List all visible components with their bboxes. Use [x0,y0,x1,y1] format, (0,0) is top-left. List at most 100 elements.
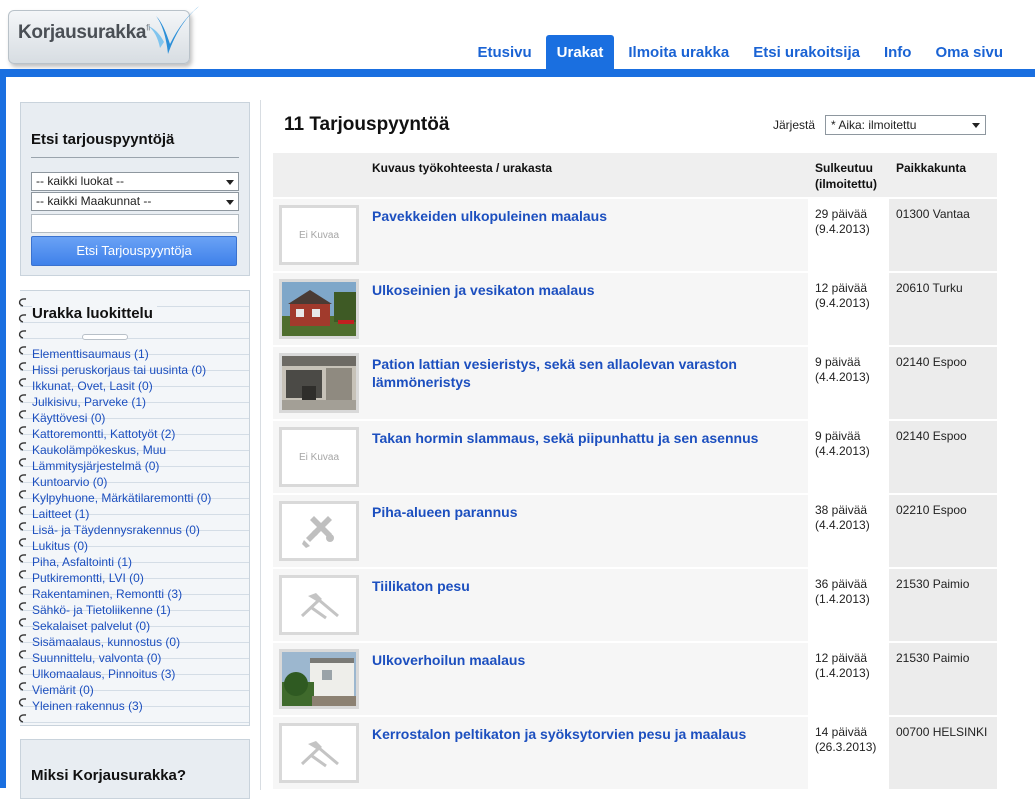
location-value: 21530 Paimio [896,577,970,591]
table-row[interactable]: Tiilikaton pesu 36 päivää (1.4.2013) 21530 … [273,569,997,643]
no-image-label: Ei Kuvaa [298,452,340,463]
category-link[interactable]: Kylpyhuone, Märkätilaremontti (0) [32,490,247,506]
closes-value: 12 päivää (9.4.2013) [815,281,870,310]
sort-select[interactable]: * Aika: ilmoitettu [825,115,986,135]
request-title-link[interactable]: Pation lattian vesieristys, sekä sen all… [372,355,792,391]
table-row[interactable]: Ulkoseinien ja vesikaton maalaus 12 päivä… [273,273,997,347]
category-link[interactable]: Piha, Asfaltointi (1) [32,554,247,570]
closes-value: 36 päivää (1.4.2013) [815,577,870,606]
category-link[interactable]: Ulkomaalaus, Pinnoitus (3) [32,666,247,682]
search-input[interactable] [31,214,239,233]
request-title-link[interactable]: Takan hormin slammaus, sekä piipunhattu … [372,429,792,447]
category-panel: Urakka luokittelu Elementtisaumaus (1) Hi… [18,290,250,726]
category-link[interactable]: Putkiremontti, LVI (0) [32,570,247,586]
column-header-description: Kuvaus työkohteesta / urakasta [372,161,553,175]
nav-bar [0,69,1035,77]
category-link[interactable]: Sisämaalaus, kunnostus (0) [32,634,247,650]
table-row[interactable]: Ei Kuvaa Takan hormin slammaus, sekä piip… [273,421,997,495]
category-link[interactable]: Sähkö- ja Tietoliikenne (1) [32,602,247,618]
checkmark-icon [148,4,202,54]
why-title: Miksi Korjausurakka? [31,767,187,784]
page-title: 11 Tarjouspyyntöä [284,114,450,135]
table-row[interactable]: Piha-alueen parannus 38 päivää (4.4.2013) 0… [273,495,997,569]
category-link[interactable]: Rakentaminen, Remontti (3) [32,586,247,602]
closes-value: 12 päivää (1.4.2013) [815,651,870,680]
category-link[interactable]: Elementtisaumaus (1) [32,346,247,362]
location-value: 21530 Paimio [896,651,970,665]
region-select[interactable]: -- kaikki Maakunnat -- [31,192,239,211]
thumbnail-photo[interactable] [279,649,359,709]
request-title-link[interactable]: Ulkoverhoilun maalaus [372,651,792,669]
category-title: Urakka luokittelu [32,305,157,322]
request-title-link[interactable]: Kerrostalon peltikaton ja syöksytorvien … [372,725,792,743]
category-link[interactable]: Yleinen rakennus (3) [32,698,247,714]
nav-item-urakat[interactable]: Urakat [545,35,615,69]
closes-value: 9 päivää (4.4.2013) [815,429,870,458]
location-value: 02140 Espoo [896,355,967,369]
category-link[interactable]: Lämmitysjärjestelmä (0) [32,458,247,474]
location-value: 02140 Espoo [896,429,967,443]
closes-value: 29 päivää (9.4.2013) [815,207,870,236]
site-logo[interactable]: Korjausurakkafi [8,2,202,66]
category-link[interactable]: Viemärit (0) [32,682,247,698]
request-title-link[interactable]: Pavekkeiden ulkopuleinen maalaus [372,207,792,225]
category-link[interactable]: Lisä- ja Täydennysrakennus (0) [32,522,247,538]
site-header: Korjausurakkafi Etusivu Urakat Ilmoita ura… [0,0,1035,77]
closes-value: 38 päivää (4.4.2013) [815,503,870,532]
category-link[interactable]: Käyttövesi (0) [32,410,247,426]
divider [31,157,239,158]
category-link[interactable]: Lukitus (0) [32,538,247,554]
roof-icon[interactable] [279,723,359,783]
search-panel: Etsi tarjouspyyntöjä -- kaikki luokat --… [20,102,250,276]
nav-item-oma-sivu[interactable]: Oma sivu [923,35,1015,69]
category-link[interactable]: Laitteet (1) [32,506,247,522]
nav-item-etsi-urakoitsija[interactable]: Etsi urakoitsija [741,35,872,69]
chevron-down-icon [972,123,980,128]
category-link[interactable]: Suunnittelu, valvonta (0) [32,650,247,666]
thumbnail-photo[interactable] [279,279,359,339]
request-title-link[interactable]: Ulkoseinien ja vesikaton maalaus [372,281,792,299]
closes-value: 9 päivää (4.4.2013) [815,355,870,384]
category-link[interactable]: Ikkunat, Ovet, Lasit (0) [32,378,247,394]
table-row[interactable]: Ei Kuvaa Pavekkeiden ulkopuleinen maalaus… [273,199,997,273]
category-link[interactable]: Sekalaiset palvelut (0) [32,618,247,634]
category-select[interactable]: -- kaikki luokat -- [31,172,239,191]
nav-item-ilmoita-urakka[interactable]: Ilmoita urakka [616,35,741,69]
chevron-down-icon [226,200,234,205]
thumbnail-placeholder[interactable]: Ei Kuvaa [279,427,359,487]
request-title-link[interactable]: Tiilikaton pesu [372,577,792,595]
closes-value: 14 päivää (26.3.2013) [815,725,877,754]
search-title: Etsi tarjouspyyntöjä [31,131,175,148]
roof-icon[interactable] [279,575,359,635]
nav-item-info[interactable]: Info [872,35,924,69]
clip-decoration [82,334,128,340]
category-link[interactable]: Kattoremontti, Kattotyöt (2) [32,426,247,442]
thumbnail-photo[interactable] [279,353,359,413]
table-row[interactable]: Kerrostalon peltikaton ja syöksytorvien … [273,717,997,791]
request-table: Kuvaus työkohteesta / urakasta Sulkeutuu… [273,153,997,791]
category-link[interactable]: Julkisivu, Parveke (1) [32,394,247,410]
chevron-down-icon [226,180,234,185]
why-panel: Miksi Korjausurakka? [20,739,250,799]
column-header-location: Paikkakunta [896,161,967,175]
category-link[interactable]: Hissi peruskorjaus tai uusinta (0) [32,362,247,378]
table-header: Kuvaus työkohteesta / urakasta Sulkeutuu… [273,153,997,199]
request-title-link[interactable]: Piha-alueen parannus [372,503,792,521]
main-nav: Etusivu Urakat Ilmoita urakka Etsi urakoits… [465,35,1015,69]
location-value: 00700 HELSINKI [896,725,988,739]
thumbnail-placeholder[interactable]: Ei Kuvaa [279,205,359,265]
table-row[interactable]: Ulkoverhoilun maalaus 12 päivää (1.4.2013)… [273,643,997,717]
table-row[interactable]: Pation lattian vesieristys, sekä sen all… [273,347,997,421]
category-list: Elementtisaumaus (1) Hissi peruskorjaus t… [32,346,247,714]
location-value: 20610 Turku [896,281,963,295]
nav-item-etusivu[interactable]: Etusivu [465,35,543,69]
search-button[interactable]: Etsi Tarjouspyyntöja [31,236,237,266]
sort-label: Järjestä [773,118,816,132]
category-link[interactable]: Kaukolämpökeskus, Muu [32,442,247,458]
column-header-closes: Sulkeutuu (ilmoitettu) [815,161,877,191]
location-value: 01300 Vantaa [896,207,970,221]
logo-text: Korjausurakkafi [18,22,151,43]
category-link[interactable]: Kuntoarvio (0) [32,474,247,490]
tools-icon[interactable] [279,501,359,561]
no-image-label: Ei Kuvaa [298,230,340,241]
